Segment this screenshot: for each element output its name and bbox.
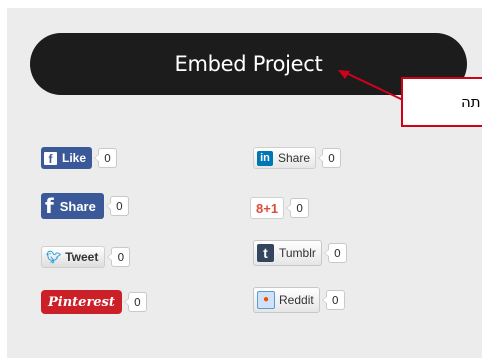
google-plus-widget: 8+1 0 — [250, 196, 310, 220]
linkedin-share-label: Share — [278, 151, 311, 165]
tumblr-label: Tumblr — [279, 246, 316, 260]
facebook-icon: f — [44, 151, 57, 166]
facebook-share-label: Share — [59, 198, 96, 214]
twitter-tweet-widget: 🐦︎ Tweet 0 — [41, 245, 131, 269]
tweet-label: Tweet — [65, 250, 99, 264]
twitter-bird-icon: 🐦︎ — [46, 250, 62, 264]
pinterest-label: Pinterest — [48, 294, 115, 310]
reddit-widget: ● Reddit 0 — [253, 287, 345, 313]
facebook-share-widget: f Share 0 — [41, 193, 129, 219]
facebook-share-button[interactable]: f Share — [41, 193, 104, 219]
tweet-button[interactable]: 🐦︎ Tweet — [41, 246, 106, 268]
tumblr-widget: t Tumblr 0 — [253, 240, 347, 266]
facebook-like-button[interactable]: f Like — [41, 147, 93, 169]
reddit-label: Reddit — [279, 293, 314, 307]
pinterest-button[interactable]: Pinterest — [41, 290, 122, 314]
embed-project-label: Embed Project — [174, 52, 323, 76]
google-plus-button[interactable]: 8+1 — [250, 197, 285, 219]
google-plus-count: 0 — [286, 198, 310, 218]
tumblr-count: 0 — [323, 243, 347, 263]
pinterest-widget: Pinterest 0 — [41, 290, 147, 314]
facebook-share-count: 0 — [105, 196, 129, 216]
facebook-like-widget: f Like 0 — [41, 146, 118, 170]
facebook-like-label: Like — [62, 151, 87, 165]
tumblr-button[interactable]: t Tumblr — [253, 240, 322, 266]
pinterest-count: 0 — [123, 292, 147, 312]
reddit-count: 0 — [321, 290, 345, 310]
tweet-count: 0 — [107, 247, 131, 267]
facebook-like-count: 0 — [94, 148, 118, 168]
facebook-icon: f — [45, 194, 54, 218]
reddit-alien-icon: ● — [257, 291, 275, 309]
reddit-button[interactable]: ● Reddit — [253, 287, 320, 313]
linkedin-share-widget: in Share 0 — [253, 146, 342, 170]
linkedin-share-count: 0 — [318, 148, 342, 168]
linkedin-share-button[interactable]: in Share — [253, 147, 317, 169]
callout-box: תה — [401, 77, 482, 127]
tumblr-icon: t — [257, 244, 274, 262]
google-plus-label: 8+1 — [256, 200, 279, 216]
linkedin-icon: in — [257, 150, 273, 166]
callout-text: תה — [461, 93, 481, 111]
